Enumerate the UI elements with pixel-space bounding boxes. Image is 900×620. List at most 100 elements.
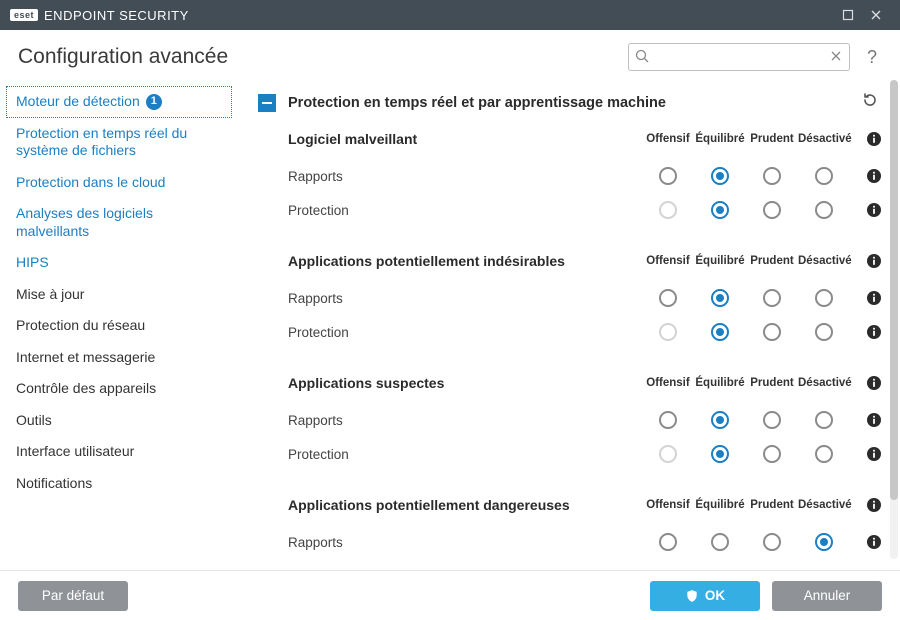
window-maximize-button[interactable] <box>834 0 862 30</box>
info-icon <box>866 497 882 513</box>
radio-option[interactable] <box>659 411 677 429</box>
radio-option[interactable] <box>763 411 781 429</box>
group-info-button[interactable] <box>850 497 882 513</box>
sidebar-badge: 1 <box>146 94 162 110</box>
radio-option[interactable] <box>815 411 833 429</box>
sidebar-item-internet-email[interactable]: Internet et messagerie <box>6 342 232 374</box>
sidebar-item-label: Analyses des logiciels malveillants <box>16 205 153 239</box>
search-input[interactable] <box>628 43 850 71</box>
row-info-button[interactable] <box>850 534 882 550</box>
settings-group: Applications suspectesOffensifÉquilibréP… <box>258 375 882 471</box>
radio-option[interactable] <box>763 167 781 185</box>
radio-option[interactable] <box>659 167 677 185</box>
column-header: Offensif <box>642 255 694 267</box>
brand: eset ENDPOINT SECURITY <box>10 8 189 23</box>
column-header: Équilibré <box>694 133 746 145</box>
radio-cell <box>798 201 850 219</box>
radio-option[interactable] <box>815 289 833 307</box>
radio-cell <box>694 533 746 551</box>
group-info-button[interactable] <box>850 131 882 147</box>
group-header: Applications suspectesOffensifÉquilibréP… <box>288 375 882 391</box>
sidebar-item-notifications[interactable]: Notifications <box>6 468 232 500</box>
scrollbar[interactable] <box>890 80 898 559</box>
radio-option[interactable] <box>815 167 833 185</box>
row-info-button[interactable] <box>850 168 882 184</box>
sidebar-item-malware-scans[interactable]: Analyses des logiciels malveillants <box>6 198 232 247</box>
titlebar: eset ENDPOINT SECURITY <box>0 0 900 30</box>
row-info-button[interactable] <box>850 290 882 306</box>
sidebar-item-ui[interactable]: Interface utilisateur <box>6 436 232 468</box>
search-icon <box>634 48 650 69</box>
sidebar: Moteur de détection 1 Protection en temp… <box>0 76 238 570</box>
collapse-toggle[interactable] <box>258 94 276 112</box>
radio-option[interactable] <box>711 167 729 185</box>
radio-option[interactable] <box>763 201 781 219</box>
sidebar-item-device-control[interactable]: Contrôle des appareils <box>6 373 232 405</box>
radio-option[interactable] <box>659 533 677 551</box>
radio-option[interactable] <box>815 323 833 341</box>
button-label: OK <box>705 588 725 603</box>
scrollbar-thumb[interactable] <box>890 80 898 500</box>
window-close-button[interactable] <box>862 0 890 30</box>
row-info-button[interactable] <box>850 202 882 218</box>
info-icon <box>866 412 882 428</box>
setting-row: Rapports <box>288 159 882 193</box>
radio-option[interactable] <box>763 533 781 551</box>
row-label: Rapports <box>288 169 642 184</box>
radio-option[interactable] <box>711 201 729 219</box>
group-info-button[interactable] <box>850 375 882 391</box>
sidebar-item-update[interactable]: Mise à jour <box>6 279 232 311</box>
sidebar-item-label: Interface utilisateur <box>16 443 134 459</box>
radio-option[interactable] <box>711 411 729 429</box>
row-label: Protection <box>288 447 642 462</box>
column-header: Prudent <box>746 255 798 267</box>
radio-option[interactable] <box>763 445 781 463</box>
radio-option[interactable] <box>711 323 729 341</box>
radio-option[interactable] <box>711 289 729 307</box>
radio-option[interactable] <box>659 289 677 307</box>
radio-cell <box>798 445 850 463</box>
help-button[interactable]: ? <box>862 47 882 68</box>
sidebar-item-label: Contrôle des appareils <box>16 380 156 396</box>
radio-cell <box>798 289 850 307</box>
sidebar-item-cloud-protection[interactable]: Protection dans le cloud <box>6 167 232 199</box>
radio-cell <box>694 167 746 185</box>
section-title: Protection en temps réel et par apprenti… <box>288 95 846 111</box>
info-icon <box>866 253 882 269</box>
column-header: Équilibré <box>694 377 746 389</box>
radio-cell <box>798 411 850 429</box>
radio-cell <box>642 445 694 463</box>
radio-option[interactable] <box>815 201 833 219</box>
sidebar-item-detection-engine[interactable]: Moteur de détection 1 <box>6 86 232 118</box>
radio-group <box>642 201 850 219</box>
sidebar-item-network-protection[interactable]: Protection du réseau <box>6 310 232 342</box>
column-header: Désactivé <box>798 255 850 267</box>
default-button[interactable]: Par défaut <box>18 581 128 611</box>
column-header: Offensif <box>642 499 694 511</box>
radio-option[interactable] <box>763 323 781 341</box>
sidebar-item-realtime-fs[interactable]: Protection en temps réel du système de f… <box>6 118 232 167</box>
sidebar-item-tools[interactable]: Outils <box>6 405 232 437</box>
radio-option[interactable] <box>763 289 781 307</box>
info-icon <box>866 168 882 184</box>
radio-option[interactable] <box>711 533 729 551</box>
radio-option <box>659 323 677 341</box>
radio-cell <box>642 289 694 307</box>
row-info-button[interactable] <box>850 412 882 428</box>
radio-option[interactable] <box>815 445 833 463</box>
clear-search-icon[interactable] <box>828 48 844 69</box>
radio-cell <box>642 411 694 429</box>
reset-section-button[interactable] <box>858 88 882 117</box>
sidebar-item-hips[interactable]: HIPS <box>6 247 232 279</box>
shield-icon <box>685 589 699 603</box>
ok-button[interactable]: OK <box>650 581 760 611</box>
radio-group <box>642 289 850 307</box>
group-title: Logiciel malveillant <box>288 131 642 147</box>
radio-option[interactable] <box>815 533 833 551</box>
row-info-button[interactable] <box>850 324 882 340</box>
row-info-button[interactable] <box>850 446 882 462</box>
group-title: Applications potentiellement dangereuses <box>288 497 642 513</box>
group-info-button[interactable] <box>850 253 882 269</box>
cancel-button[interactable]: Annuler <box>772 581 882 611</box>
radio-option[interactable] <box>711 445 729 463</box>
